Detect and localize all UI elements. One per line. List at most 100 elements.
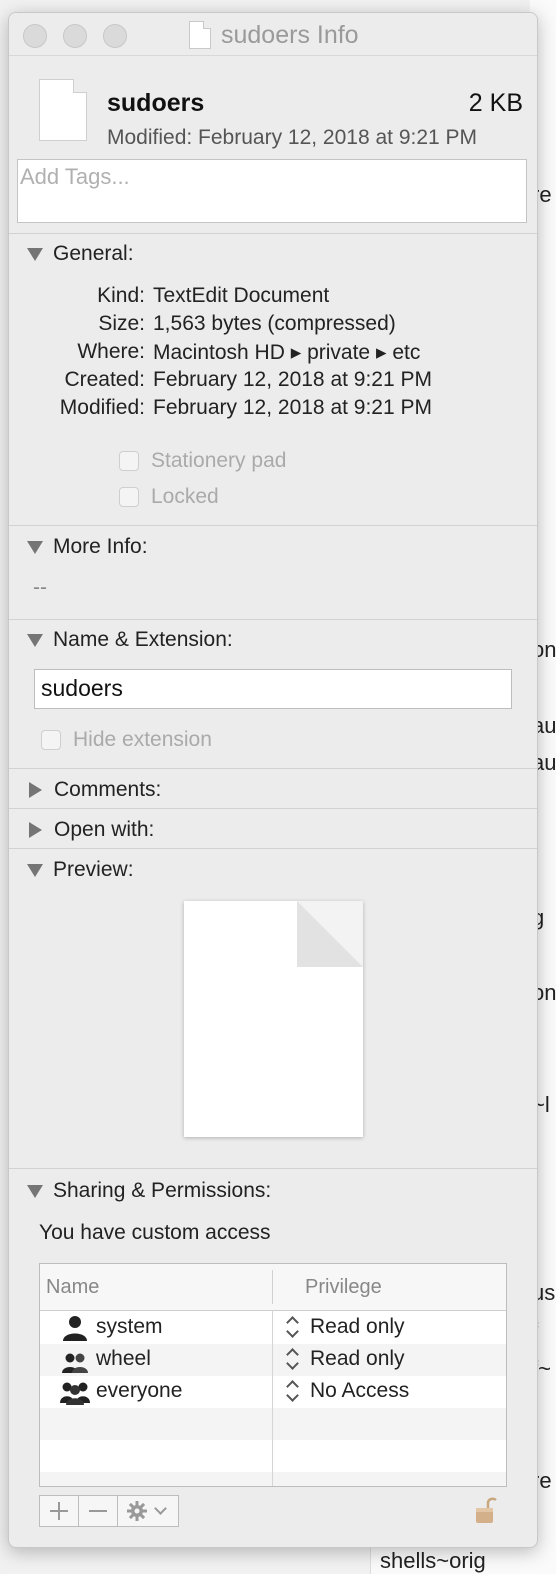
column-header-name[interactable]: Name	[40, 1264, 278, 1310]
file-name: sudoers	[107, 89, 205, 117]
info-label: Modified:	[59, 396, 145, 419]
column-header-privilege[interactable]: Privilege	[273, 1264, 506, 1310]
disclosure-triangle-icon[interactable]	[27, 863, 43, 877]
tags-field[interactable]	[17, 159, 527, 223]
divider	[9, 848, 537, 849]
info-window: sudoers Info sudoers 2 KB Modified: Febr…	[8, 12, 538, 1548]
permission-row[interactable]: wheel Read only	[40, 1344, 506, 1376]
info-value: February 12, 2018 at 9:21 PM	[153, 368, 432, 391]
checkbox-label: Stationery pad	[151, 449, 287, 472]
remove-user-button[interactable]	[79, 1496, 118, 1526]
disclosure-triangle-icon[interactable]	[29, 822, 42, 838]
checkbox-label: Hide extension	[73, 728, 212, 751]
section-general-toggle[interactable]: General:	[27, 242, 134, 266]
permission-user-name: system	[96, 1315, 163, 1338]
checkbox-box[interactable]	[119, 487, 139, 507]
column-divider	[272, 1270, 273, 1304]
more-info-value: --	[33, 576, 47, 599]
minimize-button[interactable]	[63, 24, 87, 48]
info-row-where: Where: Macintosh HD ▸ private ▸ etc	[9, 340, 537, 366]
divider	[9, 1168, 537, 1169]
section-title: Sharing & Permissions:	[53, 1179, 272, 1202]
tags-input[interactable]	[18, 160, 512, 194]
background-file-label: shells~orig	[380, 1548, 486, 1573]
permission-row[interactable]: system Read only	[40, 1312, 506, 1344]
divider	[9, 808, 537, 809]
info-row-created: Created: February 12, 2018 at 9:21 PM	[9, 368, 537, 394]
section-comments-toggle[interactable]: Comments:	[27, 778, 161, 802]
info-label: Kind:	[97, 284, 145, 307]
section-title: Open with:	[54, 818, 155, 841]
divider	[9, 233, 537, 234]
title-bar[interactable]: sudoers Info	[9, 13, 537, 56]
disclosure-triangle-icon[interactable]	[27, 540, 43, 554]
section-name-extension-toggle[interactable]: Name & Extension:	[27, 628, 233, 652]
info-value: February 12, 2018 at 9:21 PM	[153, 396, 432, 419]
stationery-pad-checkbox[interactable]: Stationery pad	[119, 449, 286, 473]
page-curl	[297, 901, 363, 967]
checkbox-box[interactable]	[41, 730, 61, 750]
access-status: You have custom access	[39, 1221, 271, 1244]
divider	[9, 619, 537, 620]
name-input[interactable]	[35, 670, 507, 707]
section-title: Preview:	[53, 858, 134, 881]
permission-row[interactable]: everyone No Access	[40, 1376, 506, 1408]
info-value: TextEdit Document	[153, 284, 330, 307]
preview-document-icon	[184, 901, 363, 1137]
gear-icon	[127, 1501, 147, 1521]
section-title: General:	[53, 242, 134, 265]
privilege-value: Read only	[310, 1347, 405, 1370]
lock-icon[interactable]	[475, 1495, 497, 1525]
empty-row	[40, 1408, 506, 1440]
privilege-value: No Access	[310, 1379, 410, 1402]
action-menu-button[interactable]	[118, 1496, 178, 1526]
permission-user-name: everyone	[96, 1379, 183, 1402]
disclosure-triangle-icon[interactable]	[29, 782, 42, 798]
privilege-popup[interactable]: Read only	[286, 1315, 405, 1339]
info-value: Macintosh HD ▸ private ▸ etc	[153, 341, 421, 364]
file-size: 2 KB	[468, 89, 523, 117]
info-row-kind: Kind: TextEdit Document	[9, 284, 537, 310]
up-down-arrows-icon	[286, 1316, 300, 1338]
info-row-size: Size: 1,563 bytes (compressed)	[9, 312, 537, 338]
name-field[interactable]	[34, 669, 512, 709]
empty-row	[40, 1440, 506, 1472]
column-divider	[272, 1311, 273, 1486]
checkbox-box[interactable]	[119, 451, 139, 471]
section-title: More Info:	[53, 535, 148, 558]
empty-row	[40, 1472, 506, 1486]
checkbox-label: Locked	[151, 485, 219, 508]
info-label: Size:	[98, 312, 145, 335]
privilege-popup[interactable]: No Access	[286, 1379, 409, 1403]
divider	[9, 768, 537, 769]
privilege-popup[interactable]: Read only	[286, 1347, 405, 1371]
section-more-info-toggle[interactable]: More Info:	[27, 535, 148, 559]
window-title: sudoers Info	[189, 21, 359, 49]
zoom-button[interactable]	[103, 24, 127, 48]
disclosure-triangle-icon[interactable]	[27, 247, 43, 261]
disclosure-triangle-icon[interactable]	[27, 633, 43, 647]
section-title: Comments:	[54, 778, 162, 801]
section-preview-toggle[interactable]: Preview:	[27, 858, 134, 882]
section-title: Name & Extension:	[53, 628, 233, 651]
close-button[interactable]	[23, 24, 47, 48]
file-icon[interactable]	[39, 79, 87, 141]
info-label: Created:	[64, 368, 145, 391]
document-icon	[189, 21, 211, 49]
single-user-icon	[63, 1316, 87, 1341]
modified-date: Modified: February 12, 2018 at 9:21 PM	[107, 126, 478, 149]
info-value: 1,563 bytes (compressed)	[153, 312, 396, 335]
chevron-down-icon	[154, 1502, 167, 1515]
header-divider	[40, 1310, 506, 1311]
locked-checkbox[interactable]: Locked	[119, 485, 219, 509]
info-row-modified: Modified: February 12, 2018 at 9:21 PM	[9, 396, 537, 422]
section-open-with-toggle[interactable]: Open with:	[27, 818, 154, 842]
permissions-table: Name Privilege system Read only wheel Re…	[39, 1263, 507, 1487]
add-user-button[interactable]	[40, 1496, 79, 1526]
privilege-value: Read only	[310, 1315, 405, 1338]
disclosure-triangle-icon[interactable]	[27, 1184, 43, 1198]
permissions-button-group	[39, 1495, 179, 1527]
window-title-text: sudoers Info	[221, 20, 359, 49]
section-sharing-toggle[interactable]: Sharing & Permissions:	[27, 1179, 271, 1203]
hide-extension-checkbox[interactable]: Hide extension	[41, 728, 212, 752]
